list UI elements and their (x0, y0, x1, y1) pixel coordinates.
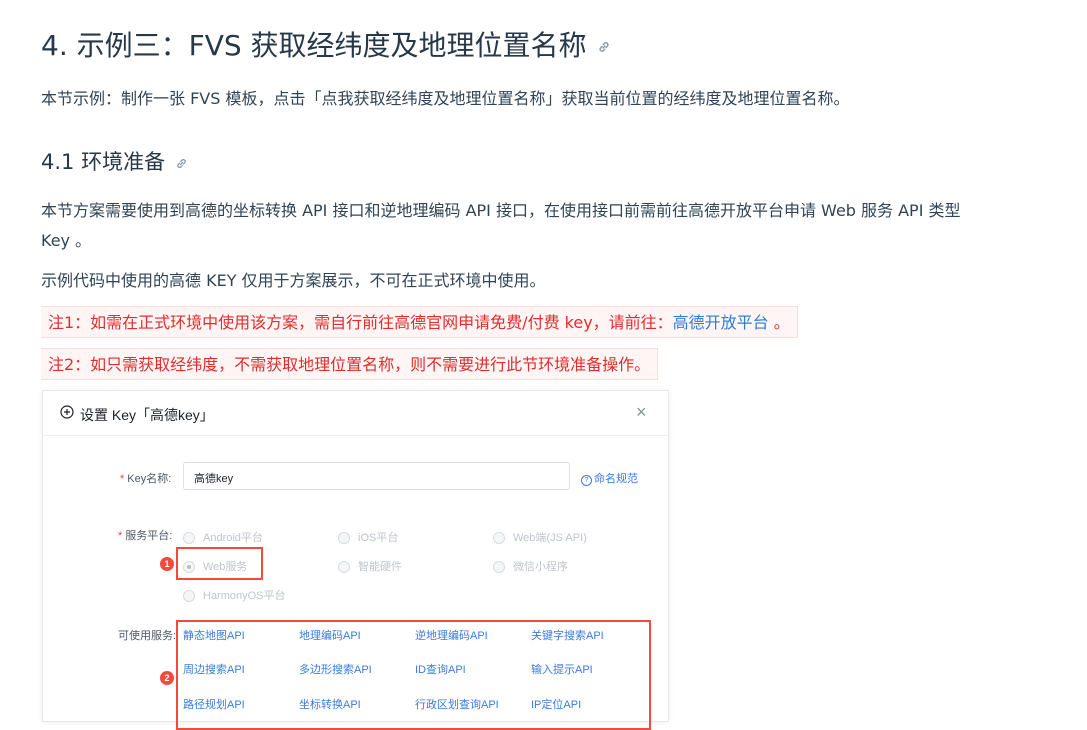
radio-circle-icon (183, 590, 195, 602)
radio-label: Web端(JS API) (513, 532, 587, 544)
key-name-value: 高德key (194, 473, 234, 485)
help-icon: ? (581, 475, 592, 486)
paragraph-line: Key 。 (41, 231, 92, 250)
subsection-title: 4.1 环境准备 (41, 146, 188, 176)
radio-circle-icon (338, 532, 350, 544)
paragraph-line: 本节方案需要使用到高德的坐标转换 API 接口和逆地理编码 API 接口，在使用… (41, 201, 961, 220)
note-1-end: 。 (768, 313, 790, 332)
radio-circle-icon (493, 532, 505, 544)
radio-ios[interactable]: iOS平台 (338, 529, 398, 545)
platform-label-text: 服务平台: (125, 530, 173, 542)
note-1: 注1：如需在正式环境中使用该方案，需自行前往高德官网申请免费/付费 key，请前… (41, 306, 798, 338)
api-link[interactable]: 逆地理编码API (415, 627, 488, 643)
radio-label: HarmonyOS平台 (203, 590, 286, 602)
amap-open-platform-link[interactable]: 高德开放平台 (673, 313, 769, 332)
radio-circle-icon (183, 532, 195, 544)
api-link[interactable]: 周边搜索API (183, 661, 245, 677)
apis-label: 可使用服务: (118, 630, 177, 642)
dialog-title: 设置 Key「高德key」 (80, 407, 214, 423)
radio-circle-icon (493, 561, 505, 573)
key-name-label-text: Key名称: (127, 473, 172, 485)
api-link[interactable]: IP定位API (531, 696, 581, 712)
radio-label: 智能硬件 (358, 561, 402, 573)
close-icon[interactable]: × (636, 403, 647, 421)
api-link[interactable]: 行政区划查询API (415, 696, 499, 712)
api-link[interactable]: 路径规划API (183, 696, 245, 712)
paragraph-demo-key: 示例代码中使用的高德 KEY 仅用于方案展示，不可在正式环境中使用。 (41, 271, 546, 290)
radio-smart-hardware[interactable]: 智能硬件 (338, 558, 402, 574)
naming-rule-text: 命名规范 (594, 473, 638, 485)
step-badge-1: 1 (160, 557, 174, 571)
api-link[interactable]: 多边形搜索API (299, 661, 372, 677)
naming-rule-link[interactable]: ? 命名规范 (581, 470, 638, 486)
highlight-box-web-service (176, 547, 263, 580)
subsection-title-text: 4.1 环境准备 (41, 150, 166, 174)
note-1-text: 注1：如需在正式环境中使用该方案，需自行前往高德官网申请免费/付费 key，请前… (48, 313, 673, 332)
api-link[interactable]: 地理编码API (299, 627, 361, 643)
radio-circle-icon (338, 561, 350, 573)
radio-android[interactable]: Android平台 (183, 529, 263, 545)
key-name-label: * Key名称: (120, 473, 172, 485)
anchor-link-icon[interactable] (597, 40, 611, 54)
api-link[interactable]: 关键字搜索API (531, 627, 604, 643)
radio-label: 微信小程序 (513, 561, 568, 573)
api-link[interactable]: 输入提示API (531, 661, 593, 677)
set-key-dialog-screenshot: 设置 Key「高德key」 × * Key名称: 高德key ? 命名规范 * 服务平… (42, 390, 669, 730)
platform-label: * 服务平台: (118, 530, 173, 542)
api-link[interactable]: ID查询API (415, 661, 466, 677)
radio-wechat-miniprogram[interactable]: 微信小程序 (493, 558, 568, 574)
section-title: 4. 示例三：FVS 获取经纬度及地理位置名称 (41, 24, 611, 64)
add-circle-icon (60, 405, 74, 419)
radio-web-js[interactable]: Web端(JS API) (493, 529, 587, 545)
radio-label: iOS平台 (358, 532, 399, 544)
section-title-text: 4. 示例三：FVS 获取经纬度及地理位置名称 (41, 29, 587, 62)
note-2: 注2：如只需获取经纬度，不需获取地理位置名称，则不需要进行此节环境准备操作。 (41, 348, 659, 380)
dialog-header: 设置 Key「高德key」 × (43, 391, 668, 436)
radio-harmonyos[interactable]: HarmonyOS平台 (183, 587, 286, 603)
api-link[interactable]: 静态地图API (183, 627, 245, 643)
section-intro: 本节示例：制作一张 FVS 模板，点击「点我获取经纬度及地理位置名称」获取当前位… (41, 89, 850, 108)
radio-label: Android平台 (203, 532, 263, 544)
step-badge-2: 2 (160, 671, 174, 685)
key-name-input[interactable]: 高德key (183, 462, 570, 490)
api-link[interactable]: 坐标转换API (299, 696, 361, 712)
anchor-link-icon[interactable] (175, 157, 188, 170)
